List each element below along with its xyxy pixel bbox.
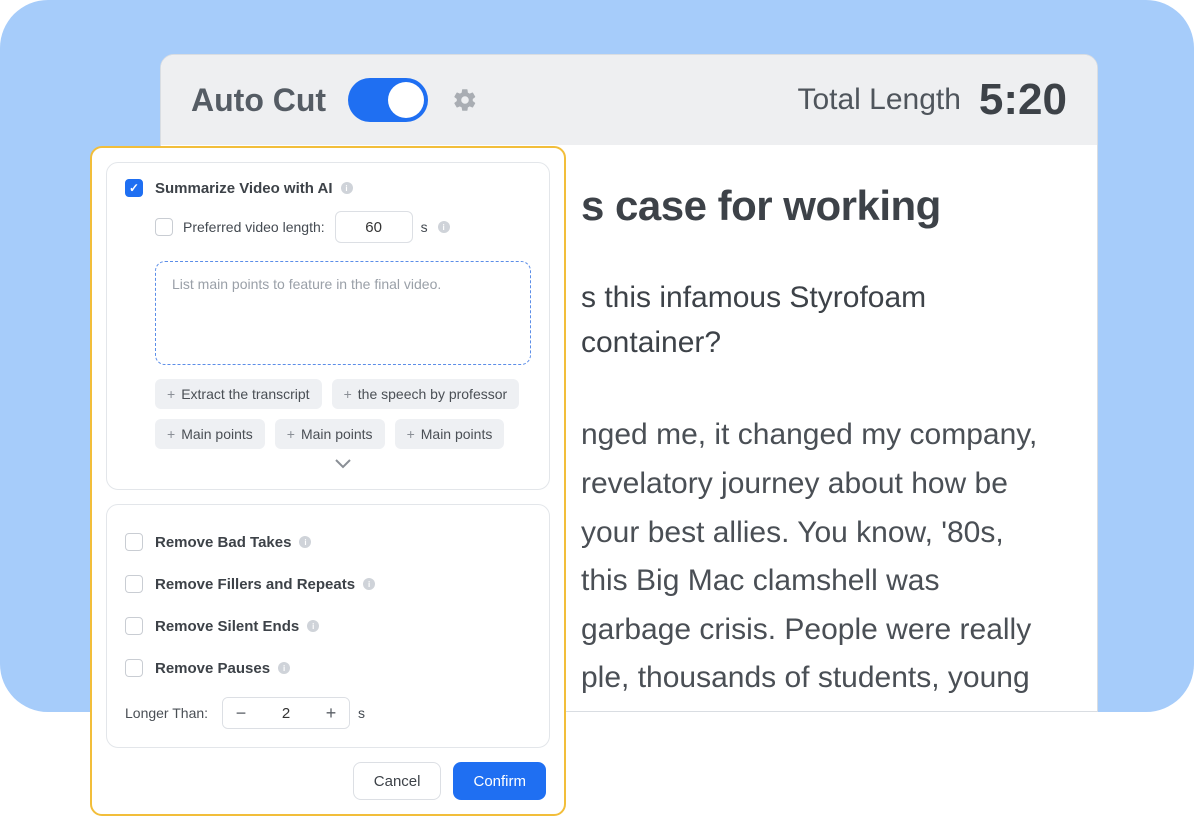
transcript-title: s case for working	[581, 181, 1057, 231]
stepper-plus-button[interactable]: +	[313, 698, 349, 728]
info-icon[interactable]	[307, 620, 319, 632]
preferred-length-checkbox[interactable]	[155, 218, 173, 236]
info-icon[interactable]	[278, 662, 290, 674]
silent-ends-label: Remove Silent Ends	[155, 618, 299, 635]
pauses-label: Remove Pauses	[155, 660, 270, 677]
chevron-down-icon[interactable]	[155, 457, 531, 475]
autocut-toggle[interactable]	[348, 78, 428, 122]
info-icon[interactable]	[299, 536, 311, 548]
total-length-value: 5:20	[979, 75, 1067, 125]
silent-ends-checkbox[interactable]	[125, 617, 143, 635]
chip-main-points-1[interactable]: +Main points	[155, 419, 265, 449]
chip-speech-professor[interactable]: +the speech by professor	[332, 379, 520, 409]
fillers-checkbox[interactable]	[125, 575, 143, 593]
summarize-card: Summarize Video with AI Preferred video …	[106, 162, 550, 490]
suggestion-chips: +Extract the transcript +the speech by p…	[155, 379, 531, 449]
toggle-knob	[388, 82, 424, 118]
fillers-label: Remove Fillers and Repeats	[155, 576, 355, 593]
total-length-label: Total Length	[797, 83, 960, 117]
transcript-question: s this infamous Styrofoam container?	[581, 275, 1057, 365]
main-points-textarea[interactable]: List main points to feature in the final…	[155, 261, 531, 365]
chip-main-points-3[interactable]: +Main points	[395, 419, 505, 449]
cancel-button[interactable]: Cancel	[353, 762, 442, 800]
transcript-body: nged me, it changed my company, revelato…	[581, 411, 1057, 712]
chip-main-points-2[interactable]: +Main points	[275, 419, 385, 449]
pauses-checkbox[interactable]	[125, 659, 143, 677]
info-icon[interactable]	[341, 182, 353, 194]
autocut-label: Auto Cut	[191, 82, 326, 119]
confirm-button[interactable]: Confirm	[453, 762, 546, 800]
stepper-value: 2	[259, 705, 313, 722]
preferred-length-unit: s	[421, 219, 428, 235]
preferred-length-label: Preferred video length:	[183, 219, 325, 235]
bad-takes-label: Remove Bad Takes	[155, 534, 291, 551]
chip-extract-transcript[interactable]: +Extract the transcript	[155, 379, 322, 409]
longer-than-label: Longer Than:	[125, 705, 208, 721]
remove-options-card: Remove Bad Takes Remove Fillers and Repe…	[106, 504, 550, 748]
autocut-settings-modal: Summarize Video with AI Preferred video …	[90, 146, 566, 816]
longer-than-stepper: − 2 +	[222, 697, 350, 729]
bad-takes-checkbox[interactable]	[125, 533, 143, 551]
topbar: Auto Cut Total Length 5:20	[161, 55, 1097, 145]
info-icon[interactable]	[363, 578, 375, 590]
stepper-minus-button[interactable]: −	[223, 698, 259, 728]
gear-icon[interactable]	[452, 87, 478, 113]
summarize-label: Summarize Video with AI	[155, 180, 333, 197]
longer-than-unit: s	[358, 705, 365, 721]
preferred-length-input[interactable]	[335, 211, 413, 243]
summarize-checkbox[interactable]	[125, 179, 143, 197]
modal-actions: Cancel Confirm	[106, 762, 550, 800]
info-icon[interactable]	[438, 221, 450, 233]
